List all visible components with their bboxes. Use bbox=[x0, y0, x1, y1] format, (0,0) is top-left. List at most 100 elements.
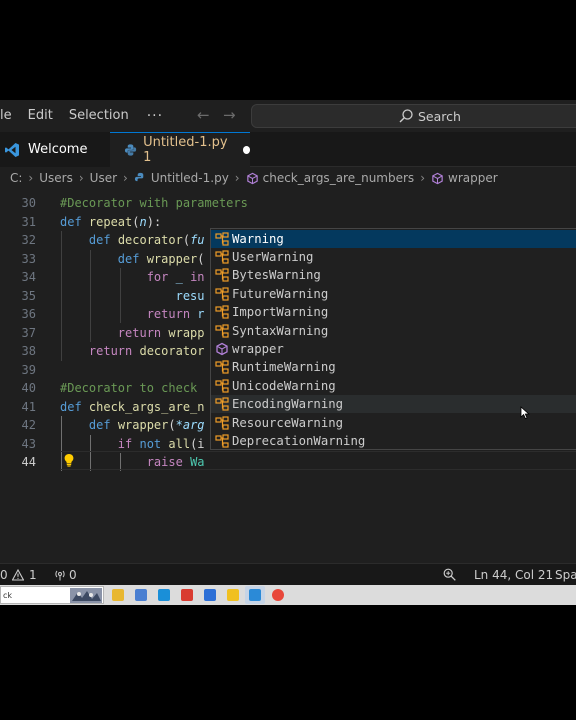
zoom-icon[interactable] bbox=[443, 568, 456, 581]
line-number: 31 bbox=[21, 214, 36, 229]
line-number: 39 bbox=[21, 362, 36, 377]
suggestion-item[interactable]: UserWarning bbox=[211, 248, 576, 266]
search-icon bbox=[399, 109, 413, 123]
forward-arrow-icon[interactable]: → bbox=[223, 106, 236, 124]
code-token: (i bbox=[190, 436, 205, 451]
line-number: 38 bbox=[21, 344, 36, 358]
code-text: resu bbox=[60, 287, 205, 306]
code-text: return wrapp bbox=[60, 324, 205, 343]
line-number: 32 bbox=[21, 233, 36, 247]
suggestion-label: UnicodeWarning bbox=[232, 378, 336, 393]
suggestion-item[interactable]: BytesWarning bbox=[211, 266, 576, 284]
suggestion-item[interactable]: SyntaxWarning bbox=[211, 322, 576, 340]
code-text: #Decorator with parameters bbox=[60, 194, 248, 213]
menu-file[interactable]: le bbox=[0, 100, 20, 132]
command-center-search[interactable]: Search bbox=[251, 104, 576, 128]
cursor-position[interactable]: Ln 44, Col 21 bbox=[474, 568, 553, 582]
recorder-icon[interactable] bbox=[272, 589, 284, 601]
suggestion-item[interactable]: wrapper bbox=[211, 340, 576, 358]
file-explorer-icon[interactable] bbox=[112, 589, 124, 601]
line-number: 33 bbox=[21, 251, 36, 266]
breadcrumb-drive[interactable]: C: bbox=[0, 171, 22, 185]
code-token: ( bbox=[132, 214, 140, 229]
code-token: n bbox=[139, 214, 147, 229]
code-token: #Decorator with parameters bbox=[60, 196, 248, 210]
suggestion-item[interactable]: FutureWarning bbox=[211, 285, 576, 303]
class-icon bbox=[215, 379, 229, 393]
unsaved-dot-icon[interactable] bbox=[242, 146, 250, 154]
class-icon bbox=[215, 415, 229, 430]
code-token: ( bbox=[182, 233, 191, 247]
code-text: #Decorator to check bbox=[60, 379, 197, 398]
suggestion-item[interactable]: DeprecationWarning bbox=[211, 432, 576, 450]
search-label: Search bbox=[418, 109, 461, 124]
breadcrumb-users[interactable]: Users bbox=[33, 171, 73, 185]
suggestion-item[interactable]: Warning bbox=[211, 229, 576, 248]
store-icon[interactable] bbox=[135, 589, 147, 601]
code-token: repeat bbox=[88, 214, 133, 229]
code-token: check_args_are_n bbox=[88, 399, 205, 414]
mouse-pointer-icon bbox=[520, 406, 530, 420]
breadcrumb-file[interactable]: Untitled-1.py bbox=[147, 171, 229, 185]
code-token: return bbox=[88, 344, 140, 358]
class-icon bbox=[215, 287, 229, 301]
taskbar-search-box[interactable]: ck bbox=[0, 586, 104, 604]
code-token: ( bbox=[168, 418, 176, 432]
menu-edit[interactable]: Edit bbox=[20, 100, 61, 132]
code-token: def bbox=[88, 233, 118, 247]
method-icon bbox=[216, 342, 228, 356]
menu-selection[interactable]: Selection bbox=[61, 100, 137, 132]
code-token: wrapp bbox=[168, 325, 205, 340]
app-red-icon[interactable] bbox=[181, 589, 193, 601]
suggestion-item[interactable]: RuntimeWarning bbox=[211, 358, 576, 376]
lightbulb-icon[interactable] bbox=[62, 453, 76, 467]
suggestion-label: UserWarning bbox=[232, 249, 314, 264]
suggestion-label: EncodingWarning bbox=[232, 397, 344, 412]
suggestion-label: DeprecationWarning bbox=[232, 433, 366, 448]
chevron-right-icon: › bbox=[28, 171, 34, 185]
breadcrumb-symbol[interactable]: wrapper bbox=[444, 171, 498, 185]
editor-tab-bar: Welcome Untitled-1.py 1 bbox=[0, 132, 576, 167]
suggestion-label: Warning bbox=[232, 231, 284, 246]
suggestion-item[interactable]: UnicodeWarning bbox=[211, 377, 576, 395]
code-text: def check_args_are_n bbox=[60, 398, 205, 417]
breadcrumb-function[interactable]: check_args_are_numbers bbox=[259, 171, 415, 185]
method-icon bbox=[246, 172, 258, 184]
line-number: 30 bbox=[21, 196, 36, 210]
code-text: def repeat(n): bbox=[60, 213, 161, 232]
broadcast-icon bbox=[55, 570, 65, 581]
suggestion-item[interactable]: ImportWarning bbox=[211, 303, 576, 321]
suggestion-label: SyntaxWarning bbox=[232, 323, 329, 338]
vscode-icon bbox=[5, 142, 19, 157]
vscode-taskbar-icon[interactable] bbox=[249, 589, 261, 601]
menu-more-button[interactable]: ··· bbox=[137, 100, 173, 132]
tab-welcome[interactable]: Welcome bbox=[0, 132, 110, 167]
suggestion-label: wrapper bbox=[232, 341, 284, 356]
breadcrumb-user[interactable]: User bbox=[84, 171, 117, 185]
app-star-icon[interactable] bbox=[227, 589, 239, 601]
title-bar: le Edit Selection ··· ← → Search bbox=[0, 100, 576, 132]
indentation-status[interactable]: Spac bbox=[555, 568, 576, 582]
back-arrow-icon[interactable]: ← bbox=[197, 106, 210, 124]
code-token: #Decorator to check bbox=[60, 381, 198, 395]
chevron-right-icon: › bbox=[123, 171, 128, 185]
code-token: resu bbox=[175, 288, 205, 303]
mail-icon[interactable] bbox=[158, 589, 170, 601]
line-number: 34 bbox=[21, 270, 36, 284]
line-number: 43 bbox=[21, 436, 36, 451]
ports-status[interactable]: 0 bbox=[52, 564, 82, 586]
tab-untitled-1[interactable]: Untitled-1.py 1 bbox=[110, 132, 250, 167]
code-line[interactable]: 30 #Decorator with parameters bbox=[0, 194, 576, 213]
warning-icon bbox=[12, 569, 24, 581]
chevron-right-icon: › bbox=[420, 171, 425, 185]
code-token: ( bbox=[197, 251, 205, 266]
app-blue-icon[interactable] bbox=[204, 589, 216, 601]
code-token: def bbox=[60, 399, 89, 414]
code-token: *arg bbox=[175, 418, 205, 432]
line-number: 41 bbox=[21, 399, 36, 414]
